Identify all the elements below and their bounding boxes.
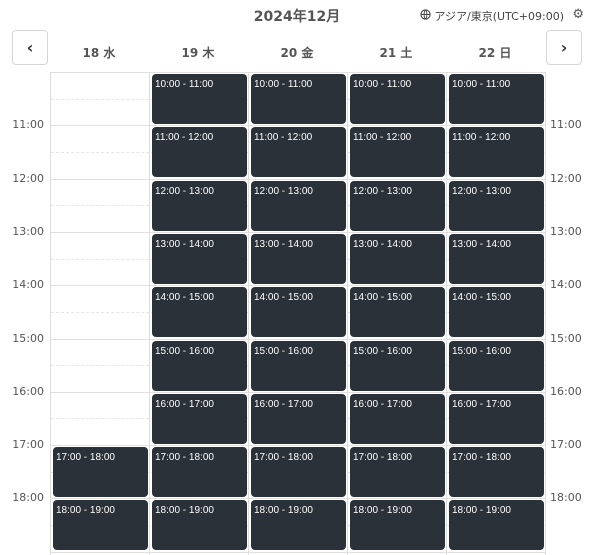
time-label-right: 16:00 [550, 384, 582, 398]
time-slot[interactable]: 17:00 - 18:00 [350, 447, 445, 498]
time-slot[interactable]: 17:00 - 18:00 [53, 447, 148, 498]
time-slot[interactable]: 11:00 - 12:00 [449, 127, 544, 178]
time-slot[interactable]: 16:00 - 17:00 [350, 393, 445, 444]
hour-line [51, 178, 546, 180]
hour-line [51, 285, 546, 287]
time-label-right: 17:00 [550, 438, 582, 452]
calendar-grid: 17:00 - 18:00 18:00 - 19:00 10:00 - 11:00 1… [50, 72, 546, 555]
time-slot[interactable]: 18:00 - 19:00 [152, 500, 247, 551]
time-label-left: 18:00 [12, 491, 44, 505]
time-label-right: 14:00 [550, 278, 582, 292]
time-slot[interactable]: 16:00 - 17:00 [152, 393, 247, 444]
time-slot[interactable]: 18:00 - 19:00 [251, 500, 346, 551]
time-slot[interactable]: 14:00 - 15:00 [152, 287, 247, 338]
time-slot[interactable]: 15:00 - 16:00 [251, 340, 346, 391]
day-header-4: 21 土 [379, 46, 413, 60]
time-slot[interactable]: 11:00 - 12:00 [152, 127, 247, 178]
timezone-label: アジア/東京(UTC+09:00) [434, 10, 564, 23]
time-label-right: 13:00 [550, 224, 582, 238]
time-slot[interactable]: 18:00 - 19:00 [449, 500, 544, 551]
time-slot[interactable]: 14:00 - 15:00 [350, 287, 445, 338]
hour-line [51, 445, 546, 447]
time-label-right: 15:00 [550, 331, 582, 345]
time-slot[interactable]: 17:00 - 18:00 [449, 447, 544, 498]
time-slot[interactable]: 18:00 - 19:00 [350, 500, 445, 551]
time-label-left: 16:00 [12, 384, 44, 398]
time-slot[interactable]: 15:00 - 16:00 [350, 340, 445, 391]
time-label-left: 12:00 [12, 171, 44, 185]
time-label-right: 11:00 [550, 118, 582, 132]
hour-line [51, 72, 546, 73]
time-slot[interactable]: 12:00 - 13:00 [152, 180, 247, 231]
globe-icon [420, 9, 432, 23]
time-slot[interactable]: 15:00 - 16:00 [152, 340, 247, 391]
time-slot[interactable]: 16:00 - 17:00 [449, 393, 544, 444]
time-slot[interactable]: 11:00 - 12:00 [251, 127, 346, 178]
time-slot[interactable]: 14:00 - 15:00 [449, 287, 544, 338]
hour-line [51, 338, 546, 340]
time-slot[interactable]: 10:00 - 11:00 [350, 74, 445, 124]
time-slot[interactable]: 13:00 - 14:00 [350, 233, 445, 284]
time-label-left: 11:00 [12, 118, 44, 132]
time-slot[interactable]: 13:00 - 14:00 [251, 233, 346, 284]
prev-week-button[interactable]: ‹ [12, 30, 48, 65]
day-header-1: 18 水 [82, 46, 116, 60]
time-label-left: 13:00 [12, 224, 44, 238]
hour-line [51, 498, 546, 500]
time-slot[interactable]: 13:00 - 14:00 [152, 233, 247, 284]
day-header-3: 20 金 [280, 46, 314, 60]
next-week-button[interactable]: › [546, 30, 582, 65]
time-slot[interactable]: 12:00 - 13:00 [251, 180, 346, 231]
day-header-5: 22 日 [478, 46, 512, 60]
time-slot[interactable]: 13:00 - 14:00 [449, 233, 544, 284]
time-slot[interactable]: 10:00 - 11:00 [152, 74, 247, 124]
time-slot[interactable]: 18:00 - 19:00 [53, 500, 148, 551]
hour-line [51, 391, 546, 393]
time-slot[interactable]: 17:00 - 18:00 [152, 447, 247, 498]
hour-line [51, 231, 546, 233]
time-slot[interactable]: 15:00 - 16:00 [449, 340, 544, 391]
time-slot[interactable]: 16:00 - 17:00 [251, 393, 346, 444]
time-label-left: 17:00 [12, 438, 44, 452]
gear-icon[interactable]: ⚙ [572, 7, 584, 22]
time-slot[interactable]: 12:00 - 13:00 [449, 180, 544, 231]
time-slot[interactable]: 17:00 - 18:00 [251, 447, 346, 498]
hour-line [51, 551, 546, 553]
timezone-selector[interactable]: アジア/東京(UTC+09:00) [420, 8, 564, 24]
day-header-2: 19 木 [181, 46, 215, 60]
time-slot[interactable]: 10:00 - 11:00 [449, 74, 544, 124]
time-label-right: 12:00 [550, 171, 582, 185]
time-slot[interactable]: 10:00 - 11:00 [251, 74, 346, 124]
time-slot[interactable]: 11:00 - 12:00 [350, 127, 445, 178]
time-label-left: 14:00 [12, 278, 44, 292]
hour-line [51, 125, 546, 127]
time-label-right: 18:00 [550, 491, 582, 505]
time-label-left: 15:00 [12, 331, 44, 345]
time-slot[interactable]: 12:00 - 13:00 [350, 180, 445, 231]
time-slot[interactable]: 14:00 - 15:00 [251, 287, 346, 338]
